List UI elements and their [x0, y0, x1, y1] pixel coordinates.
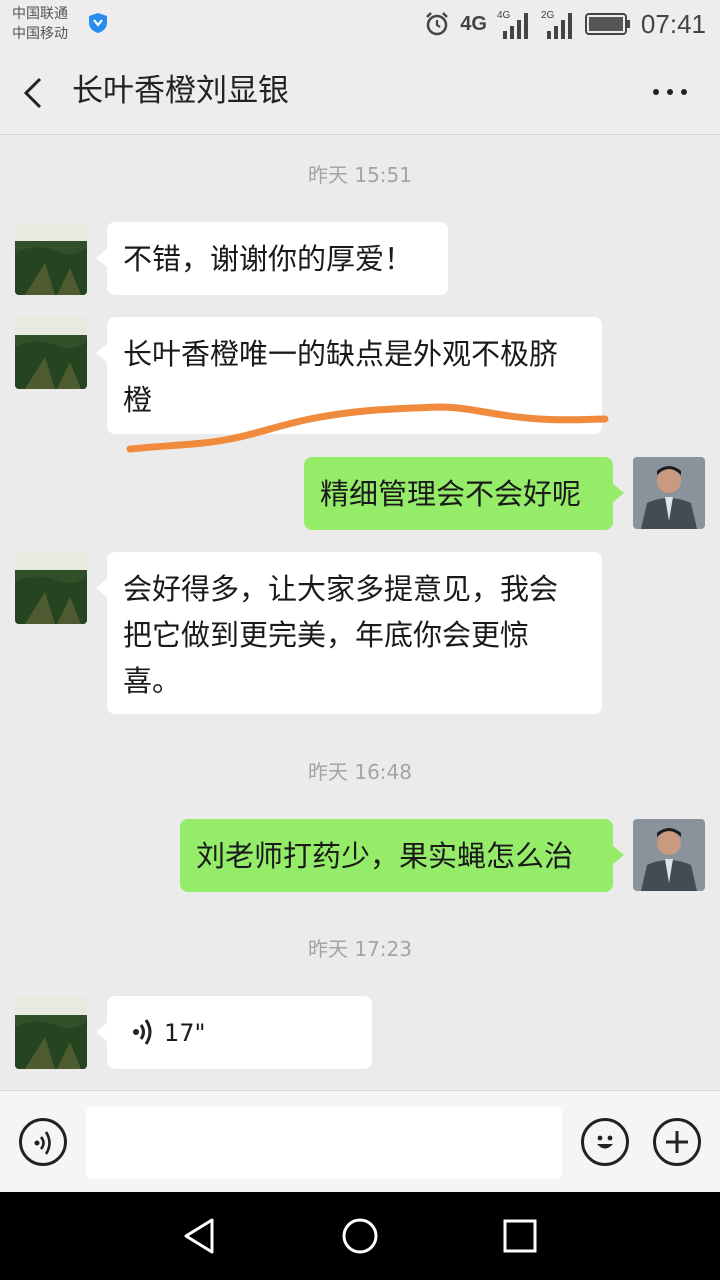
voice-duration: 17" — [164, 1019, 206, 1047]
plus-icon — [666, 1131, 688, 1153]
more-options-icon[interactable] — [650, 82, 690, 102]
carrier-1: 中国联通 — [12, 6, 68, 22]
message-text: 不错，谢谢你的厚爱！ — [123, 242, 414, 276]
message-text: 精细管理会不会好呢 — [320, 477, 582, 511]
back-arrow-icon[interactable] — [20, 76, 50, 110]
message-list[interactable]: 昨天 15:51 不错，谢谢你的厚爱！ 长叶香橙唯一的缺点是外观不极脐橙 精细管… — [0, 135, 720, 1090]
contact-avatar[interactable] — [15, 223, 87, 295]
message-bubble-incoming[interactable]: 会好得多，让大家多提意见，我会把它做到更完美，年底你会更惊喜。 — [96, 552, 602, 714]
message-text: 刘老师打药少，果实蝇怎么治 — [196, 839, 574, 873]
network-type-3: 2G — [541, 10, 555, 21]
my-avatar[interactable] — [633, 819, 705, 891]
smiley-icon — [597, 1135, 613, 1149]
shield-icon — [89, 13, 107, 33]
recent-apps-icon[interactable] — [502, 1218, 538, 1254]
alarm-icon — [426, 12, 449, 36]
message-bubble-outgoing[interactable]: 刘老师打药少，果实蝇怎么治 — [180, 819, 624, 892]
message-text: 会好得多，让大家多提意见，我会把它做到更完美，年底你会更惊喜。 — [123, 572, 559, 698]
chat-title: 长叶香橙刘显银 — [72, 73, 289, 109]
carrier-info: 中国联通 中国移动 — [12, 4, 68, 44]
signal-icon-2: 2G — [541, 10, 572, 39]
back-triangle-icon[interactable] — [180, 1216, 220, 1256]
input-bar — [0, 1090, 720, 1193]
emoji-button[interactable] — [581, 1118, 629, 1166]
home-circle-icon[interactable] — [340, 1216, 380, 1256]
signal-icon: 4G — [497, 10, 528, 39]
clock: 07:41 — [640, 8, 706, 39]
voice-wave-icon — [133, 1019, 152, 1045]
voice-icon — [34, 1131, 51, 1155]
status-bar: 中国联通 中国移动 4G 4G 2G 07:41 — [0, 0, 720, 52]
message-input[interactable] — [86, 1107, 562, 1179]
my-avatar[interactable] — [633, 457, 705, 529]
message-bubble-outgoing[interactable]: 精细管理会不会好呢 — [304, 457, 624, 530]
message-bubble-incoming[interactable]: 不错，谢谢你的厚爱！ — [96, 222, 448, 295]
more-functions-button[interactable] — [653, 1118, 701, 1166]
chat-header: 长叶香橙刘显银 — [0, 52, 720, 135]
battery-icon — [584, 13, 630, 35]
system-navigation-bar — [0, 1192, 720, 1280]
timestamp: 昨天 16:48 — [308, 760, 412, 784]
contact-avatar[interactable] — [15, 997, 87, 1069]
timestamp: 昨天 17:23 — [308, 937, 412, 961]
carrier-2: 中国移动 — [12, 26, 68, 42]
voice-message-bubble[interactable]: 17" — [96, 996, 372, 1069]
timestamp: 昨天 15:51 — [308, 163, 412, 187]
voice-input-button[interactable] — [19, 1118, 67, 1166]
network-type-1: 4G — [460, 12, 487, 35]
handwritten-underline — [126, 403, 609, 453]
contact-avatar[interactable] — [15, 552, 87, 624]
contact-avatar[interactable] — [15, 317, 87, 389]
network-type-2: 4G — [497, 10, 511, 21]
